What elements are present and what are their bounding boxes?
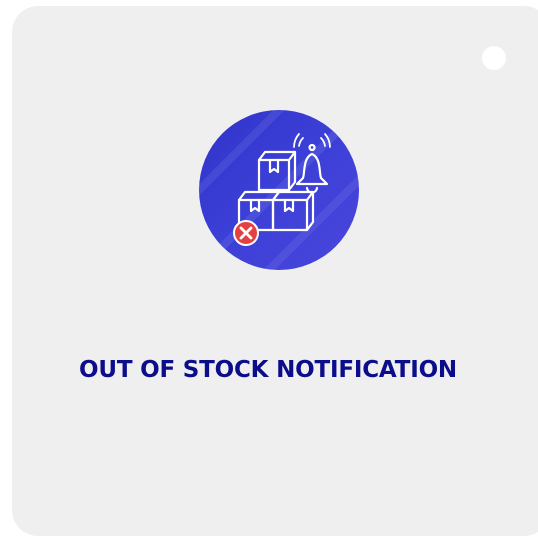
bottom-right-box-icon (271, 190, 315, 232)
top-box-icon (257, 150, 297, 192)
card-title: OUT OF STOCK NOTIFICATION (12, 354, 538, 386)
error-x-icon (233, 220, 259, 246)
feature-card[interactable]: OUT OF STOCK NOTIFICATION (12, 6, 538, 536)
card-title-text: OUT OF STOCK NOTIFICATION (79, 357, 457, 383)
corner-dot (482, 46, 506, 70)
out-of-stock-notification-icon (199, 110, 359, 270)
boxes-bell-illustration (199, 110, 359, 270)
